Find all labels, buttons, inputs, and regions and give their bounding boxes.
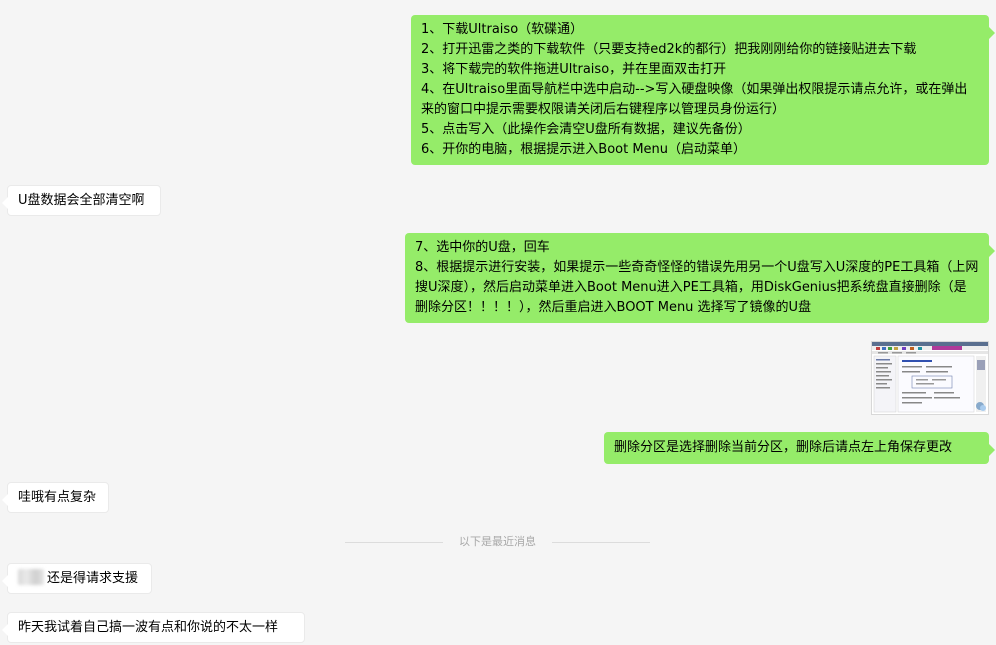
- message-bubble-other[interactable]: U盘数据会全部清空啊: [2, 185, 161, 216]
- recent-messages-separator: 以下是最近消息: [345, 534, 650, 550]
- message-bubble-other[interactable]: 昨天我试着自己搞一波有点和你说的不太一样: [2, 612, 305, 643]
- message-line: 8、根据提示进行安装，如果提示一些奇奇怪怪的错误先用另一个U盘写入U深度的PE工…: [415, 260, 979, 315]
- message-bubble-self[interactable]: 删除分区是选择删除当前分区，删除后请点左上角保存更改: [604, 432, 995, 464]
- message-line: 2、打开迅雷之类的下载软件（只要支持ed2k的都行）把我刚刚给你的链接贴进去下载: [421, 42, 917, 57]
- message-bubble-other[interactable]: 哇哦有点复杂: [2, 482, 109, 513]
- message-line: 7、选中你的U盘，回车: [415, 240, 550, 255]
- message-text: 还是得请求支援: [47, 571, 139, 586]
- message-line: 6、开你的电脑，根据提示进入Boot Menu（启动菜单）: [421, 142, 747, 157]
- message-text: 删除分区是选择删除当前分区，删除后请点左上角保存更改: [614, 440, 953, 455]
- separator-rule-right: [552, 542, 650, 543]
- message-text: 哇哦有点复杂: [18, 490, 97, 505]
- message-text: 昨天我试着自己搞一波有点和你说的不太一样: [18, 620, 279, 635]
- message-bubble-other[interactable]: 还是得请求支援: [2, 563, 152, 594]
- message-line: 还是得请求支援: [18, 569, 141, 589]
- message-line: 4、在Ultraiso里面导航栏中选中启动-->写入硬盘映像（如果弹出权限提示请…: [421, 82, 968, 117]
- message-line: 1、下载Ultraiso（软碟通）: [421, 22, 584, 37]
- redacted-mark: [18, 569, 44, 585]
- message-bubble-self[interactable]: 1、下载Ultraiso（软碟通） 2、打开迅雷之类的下载软件（只要支持ed2k…: [411, 15, 995, 165]
- screenshot-thumbnail-icon: [872, 342, 988, 414]
- image-attachment[interactable]: [871, 341, 989, 415]
- message-bubble-self[interactable]: 7、选中你的U盘，回车 8、根据提示进行安装，如果提示一些奇奇怪怪的错误先用另一…: [405, 233, 995, 323]
- message-text: U盘数据会全部清空啊: [18, 193, 145, 208]
- message-line: 3、将下载完的软件拖进Ultraiso，并在里面双击打开: [421, 62, 727, 77]
- message-line: 5、点击写入（此操作会清空U盘所有数据，建议先备份）: [421, 122, 751, 137]
